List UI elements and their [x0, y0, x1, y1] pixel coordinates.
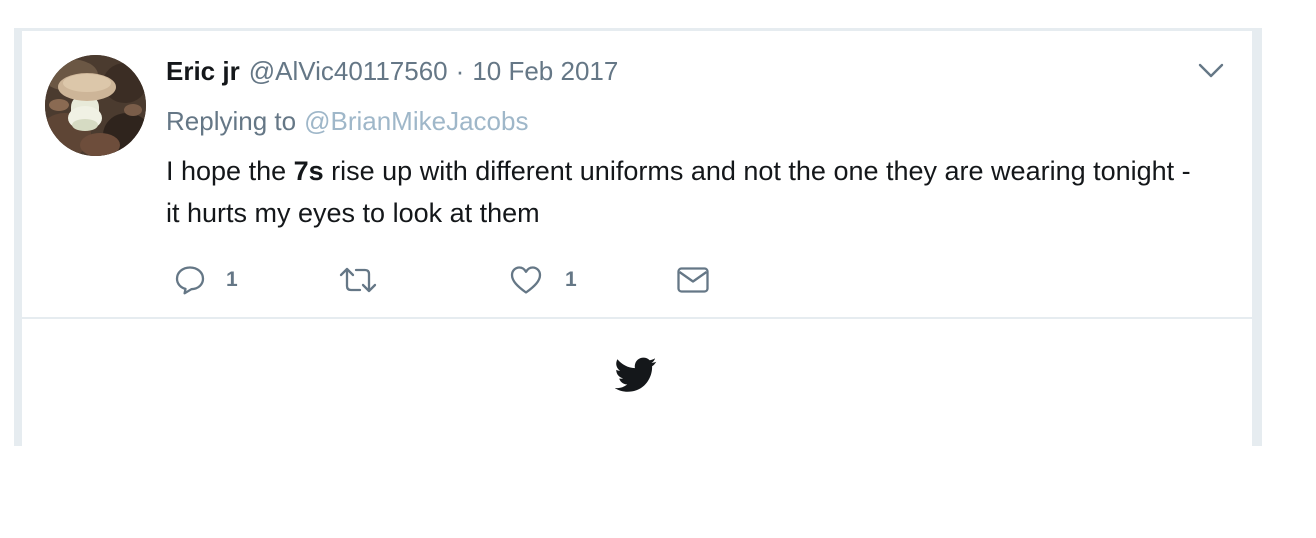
separator-dot: · — [455, 55, 465, 86]
avatar[interactable] — [45, 55, 146, 156]
chevron-down-icon[interactable] — [1196, 58, 1226, 84]
reply-icon — [174, 264, 206, 296]
tweet-date[interactable]: 10 Feb 2017 — [472, 56, 618, 87]
like-count: 1 — [565, 268, 577, 291]
replying-to: Replying to @BrianMikeJacobs — [166, 103, 528, 139]
reply-count: 1 — [226, 268, 238, 291]
twitter-bird-icon[interactable] — [614, 356, 657, 394]
reply-button[interactable]: 1 — [174, 258, 238, 302]
user-handle[interactable]: @AlVic40117560 — [249, 56, 448, 87]
tweet-text-bold: 7s — [293, 156, 324, 186]
replying-to-handle[interactable]: @BrianMikeJacobs — [304, 106, 528, 137]
direct-message-button[interactable] — [676, 258, 710, 302]
tweet-actions: 1 1 — [166, 258, 726, 302]
display-name[interactable]: Eric jr — [166, 56, 240, 87]
like-button[interactable]: 1 — [509, 258, 577, 302]
tweet-text-before: I hope the — [166, 156, 294, 186]
retweet-icon — [338, 264, 378, 296]
retweet-button[interactable] — [338, 258, 398, 302]
tweet-text: I hope the 7s rise up with different uni… — [166, 150, 1206, 234]
card-divider — [22, 317, 1252, 319]
replying-to-label: Replying to — [166, 105, 297, 136]
tweet-header: Eric jr @AlVic40117560 · 10 Feb 2017 — [166, 52, 618, 90]
heart-icon — [509, 264, 543, 296]
envelope-icon — [676, 264, 710, 296]
